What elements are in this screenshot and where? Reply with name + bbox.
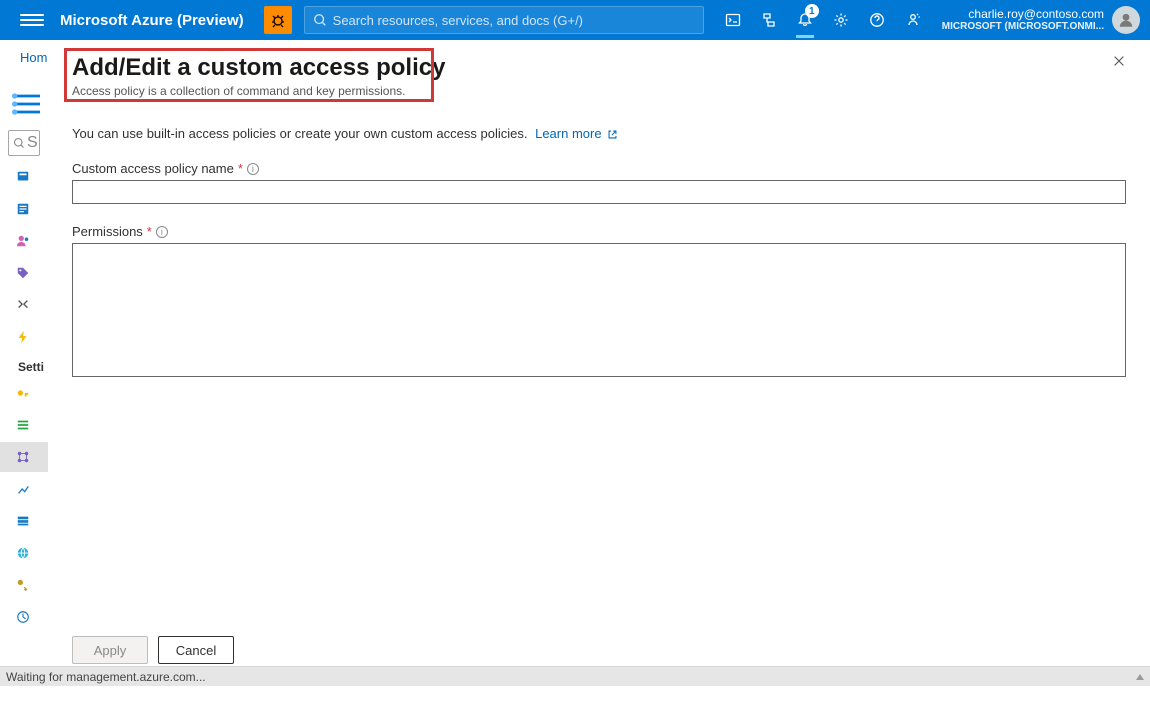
- sidebar-item-schedule[interactable]: [0, 602, 48, 632]
- sidebar-item-events[interactable]: [0, 322, 48, 352]
- feedback-button[interactable]: [896, 0, 930, 40]
- apply-button[interactable]: Apply: [72, 636, 148, 664]
- settings-button[interactable]: [824, 0, 858, 40]
- help-icon: [869, 12, 885, 28]
- policy-name-input[interactable]: [72, 180, 1126, 204]
- cancel-button[interactable]: Cancel: [158, 636, 234, 664]
- sidebar-section-settings: Setti: [4, 354, 44, 376]
- info-icon[interactable]: i: [247, 163, 259, 175]
- search-icon: [313, 13, 327, 27]
- close-button[interactable]: [1112, 54, 1126, 73]
- gear-icon: [833, 12, 849, 28]
- sidebar-item-advanced[interactable]: [0, 410, 48, 440]
- menu-toggle-button[interactable]: [20, 8, 44, 32]
- avatar: [1112, 6, 1140, 34]
- add-edit-policy-blade: Add/Edit a custom access policy Access p…: [48, 40, 1150, 666]
- account-tenant: MICROSOFT (MICROSOFT.ONMI...: [942, 21, 1104, 32]
- browser-statusbar: Waiting for management.azure.com...: [0, 666, 1150, 686]
- external-link-icon: [607, 129, 618, 140]
- sidebar-item-access-keys[interactable]: [0, 378, 48, 408]
- brand-title[interactable]: Microsoft Azure (Preview): [60, 12, 244, 29]
- intro-text: You can use built-in access policies or …: [72, 126, 527, 141]
- account-email: charlie.roy@contoso.com: [942, 8, 1104, 21]
- learn-more-link[interactable]: Learn more: [535, 126, 618, 141]
- sidebar-item-scale[interactable]: [0, 474, 48, 504]
- policy-name-label: Custom access policy name * i: [72, 161, 1126, 176]
- required-indicator: *: [147, 224, 152, 239]
- resource-menu-search[interactable]: S: [8, 130, 40, 156]
- required-indicator: *: [238, 161, 243, 176]
- sidebar-item-overview[interactable]: [0, 162, 48, 192]
- sidebar-item-geo[interactable]: [0, 538, 48, 568]
- sidebar-item-diagnose[interactable]: [0, 290, 48, 320]
- global-search-input[interactable]: Search resources, services, and docs (G+…: [304, 6, 704, 34]
- directories-button[interactable]: [752, 0, 786, 40]
- search-placeholder: Search resources, services, and docs (G+…: [333, 13, 583, 28]
- close-icon: [1112, 54, 1126, 68]
- sidebar-item-cluster[interactable]: [0, 506, 48, 536]
- resource-menu: S Setti: [0, 80, 48, 686]
- permissions-label: Permissions * i: [72, 224, 1126, 239]
- account-menu[interactable]: charlie.roy@contoso.com MICROSOFT (MICRO…: [932, 6, 1140, 34]
- feedback-icon: [905, 12, 921, 28]
- resource-logo-icon: [12, 88, 44, 120]
- blade-subtitle: Access policy is a collection of command…: [72, 84, 1126, 98]
- sidebar-item-auth[interactable]: [0, 570, 48, 600]
- sidebar-item-tags[interactable]: [0, 258, 48, 288]
- sidebar-item-access-control[interactable]: [0, 226, 48, 256]
- notification-badge: 1: [805, 4, 819, 18]
- cloud-shell-button[interactable]: [716, 0, 750, 40]
- permissions-input[interactable]: [72, 243, 1126, 377]
- help-button[interactable]: [860, 0, 894, 40]
- notifications-button[interactable]: 1: [788, 0, 822, 40]
- preview-bug-icon[interactable]: [264, 6, 292, 34]
- info-icon[interactable]: i: [156, 226, 168, 238]
- blade-title: Add/Edit a custom access policy: [72, 54, 1126, 82]
- status-resize-grip: [1136, 674, 1144, 680]
- global-header: Microsoft Azure (Preview) Search resourc…: [0, 0, 1150, 40]
- status-message: Waiting for management.azure.com...: [6, 670, 206, 684]
- sidebar-item-activity-log[interactable]: [0, 194, 48, 224]
- sidebar-item-data-access[interactable]: [0, 442, 48, 472]
